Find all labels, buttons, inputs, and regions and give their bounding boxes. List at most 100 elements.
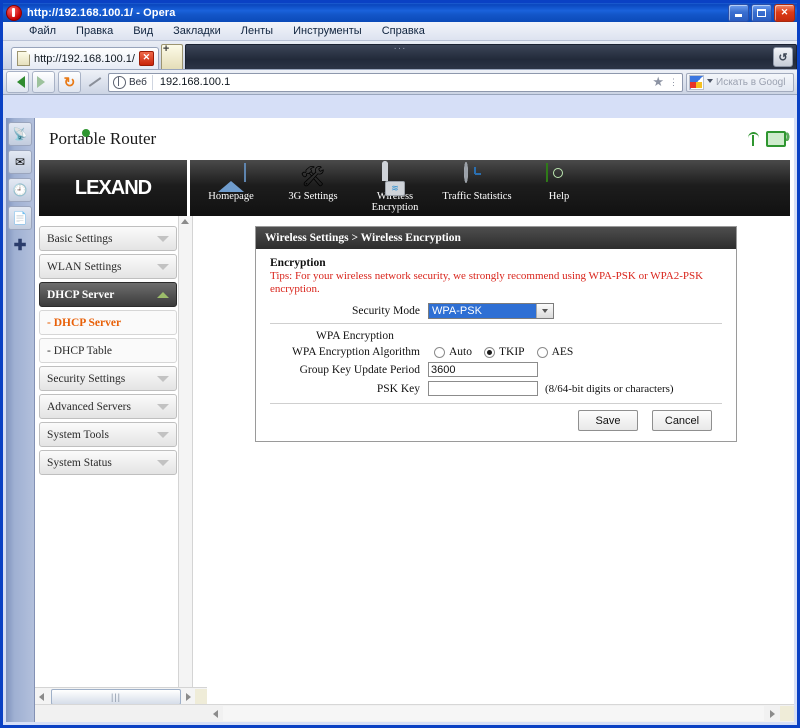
window-controls: ✕ xyxy=(728,3,795,22)
security-mode-label: Security Mode xyxy=(351,305,420,317)
page-horizontal-scrollbar[interactable] xyxy=(35,704,794,722)
sidebar-item-dhcp-table[interactable]: - DHCP Table xyxy=(39,338,177,363)
sidebar-item-dhcp-server[interactable]: - DHCP Server xyxy=(39,310,177,335)
menu-item-edit[interactable]: Правка xyxy=(76,25,113,37)
radio-tkip-label: TKIP xyxy=(499,346,525,358)
address-menu-icon[interactable]: ⋮ xyxy=(667,77,680,87)
algorithm-row: WPA Encryption Algorithm Auto TKIP AES xyxy=(270,346,722,358)
sidebar-frame-horizontal-scrollbar[interactable]: ||| xyxy=(35,687,208,705)
address-input[interactable]: 192.168.100.1 xyxy=(153,76,649,88)
alarm-clock-icon xyxy=(464,162,490,190)
tab-router-page[interactable]: http://192.168.100.1/ ✕ xyxy=(11,47,159,69)
navigation-toolbar: ↻ Веб 192.168.100.1 ★ ⋮ Искать в Googl xyxy=(3,70,797,95)
radio-aes-label: AES xyxy=(551,346,574,358)
bookmark-star-icon[interactable]: ★ xyxy=(649,74,667,90)
nav-item-label: Help xyxy=(548,191,570,202)
chevron-down-icon xyxy=(157,403,169,410)
menu-item-file[interactable]: Файл xyxy=(29,25,56,37)
panel-header: Wireless Settings > Wireless Encryption xyxy=(256,227,736,249)
router-admin-page: Portable Router LEXAND xyxy=(35,118,794,705)
menu-item-bookmarks[interactable]: Закладки xyxy=(173,25,221,37)
close-icon[interactable]: ✕ xyxy=(138,51,154,66)
sidebar-item-label: Basic Settings xyxy=(47,232,113,245)
sidebar-frame-scrollbar[interactable] xyxy=(178,216,193,705)
forward-button[interactable] xyxy=(32,71,55,93)
divider xyxy=(270,403,722,404)
home-icon xyxy=(218,163,246,192)
sidebar-item-label: Advanced Servers xyxy=(47,400,131,413)
undo-close-tab-icon[interactable]: ↺ xyxy=(773,47,793,67)
maximize-button[interactable] xyxy=(751,3,772,22)
sidebar-item-advanced-servers[interactable]: Advanced Servers xyxy=(39,394,177,419)
psk-key-row: PSK Key (8/64-bit digits or characters) xyxy=(270,381,722,396)
tab-bar: http://192.168.100.1/ ✕ ··· ↺ xyxy=(3,41,797,70)
google-icon[interactable] xyxy=(689,74,704,90)
sidebar-item-security-settings[interactable]: Security Settings xyxy=(39,366,177,391)
new-tab-button[interactable] xyxy=(160,43,183,69)
scroll-thumb[interactable]: ||| xyxy=(50,688,182,705)
history-panel-icon[interactable]: 🕘 xyxy=(8,178,32,202)
edit-page-button[interactable] xyxy=(84,72,105,92)
links-panel-icon[interactable]: 📡 xyxy=(8,122,32,146)
sidebar-menu: Basic Settings WLAN Settings DHCP Server xyxy=(39,226,177,475)
security-mode-select[interactable]: WPA-PSK xyxy=(428,303,554,319)
cancel-button[interactable]: Cancel xyxy=(652,410,712,431)
sidebar-item-dhcp-server-group[interactable]: DHCP Server xyxy=(39,282,177,307)
scroll-left-arrow-icon[interactable] xyxy=(207,706,223,721)
section-title: Encryption xyxy=(270,257,326,269)
router-nav-items: Homepage 🛠 3G Settings ≋ Wireless Encryp… xyxy=(190,160,790,216)
opera-browser-window: http://192.168.100.1/ - Opera ✕ Файл Пра… xyxy=(0,0,800,728)
scroll-right-arrow-icon[interactable] xyxy=(181,689,195,704)
notes-panel-icon[interactable]: 📄 xyxy=(8,206,32,230)
chevron-down-icon[interactable] xyxy=(707,78,713,86)
address-bar[interactable]: Веб 192.168.100.1 ★ ⋮ xyxy=(108,72,683,92)
sidebar-item-basic-settings[interactable]: Basic Settings xyxy=(39,226,177,251)
radio-aes[interactable] xyxy=(536,346,548,358)
router-sidebar: Basic Settings WLAN Settings DHCP Server xyxy=(39,216,193,705)
brand-name: LEXAND xyxy=(74,176,152,199)
nav-item-help[interactable]: Help xyxy=(518,163,600,202)
chevron-up-icon xyxy=(157,291,169,298)
logo-dot-icon xyxy=(82,129,90,137)
radio-tkip[interactable] xyxy=(484,346,495,358)
group-key-input[interactable] xyxy=(428,362,538,377)
nav-item-wireless-encryption[interactable]: ≋ Wireless Encryption xyxy=(354,161,436,213)
mail-panel-icon[interactable]: ✉ xyxy=(8,150,32,174)
sidebar-item-label: DHCP Server xyxy=(47,288,115,301)
menu-item-tools[interactable]: Инструменты xyxy=(293,25,362,37)
panel-buttons: Save Cancel xyxy=(270,410,722,431)
close-button[interactable]: ✕ xyxy=(774,3,795,22)
psk-key-input[interactable] xyxy=(428,381,538,396)
algorithm-radio-group: Auto TKIP AES xyxy=(428,346,581,358)
back-button[interactable] xyxy=(6,71,29,93)
menu-item-feeds[interactable]: Ленты xyxy=(241,25,273,37)
chevron-down-icon xyxy=(157,375,169,382)
reload-button[interactable]: ↻ xyxy=(58,71,81,93)
minimize-button[interactable] xyxy=(728,3,749,22)
sidebar-item-system-tools[interactable]: System Tools xyxy=(39,422,177,447)
nav-item-label: 3G Settings xyxy=(288,191,338,202)
scroll-up-arrow-icon[interactable] xyxy=(179,216,190,227)
scroll-track[interactable] xyxy=(223,706,764,721)
chevron-down-icon[interactable] xyxy=(536,304,553,318)
nav-item-3g-settings[interactable]: 🛠 3G Settings xyxy=(272,164,354,202)
security-mode-row: Security Mode WPA-PSK xyxy=(270,303,722,319)
sidebar-item-wlan-settings[interactable]: WLAN Settings xyxy=(39,254,177,279)
scroll-left-arrow-icon[interactable] xyxy=(35,689,49,704)
title-bar: http://192.168.100.1/ - Opera ✕ xyxy=(3,3,797,22)
sidebar-item-system-status[interactable]: System Status xyxy=(39,450,177,475)
save-button[interactable]: Save xyxy=(578,410,638,431)
security-mode-value: WPA-PSK xyxy=(432,305,482,317)
chevron-down-icon xyxy=(157,263,169,270)
menu-item-help[interactable]: Справка xyxy=(382,25,425,37)
scroll-right-arrow-icon[interactable] xyxy=(764,706,780,721)
add-panel-icon[interactable]: ✚ xyxy=(9,234,31,256)
nav-item-homepage[interactable]: Homepage xyxy=(190,163,272,202)
chevron-down-icon xyxy=(157,431,169,438)
search-box[interactable]: Искать в Googl xyxy=(686,72,794,92)
search-input[interactable]: Искать в Googl xyxy=(716,77,785,88)
nav-item-traffic-statistics[interactable]: Traffic Statistics xyxy=(436,162,518,202)
radio-auto[interactable] xyxy=(434,346,445,358)
menu-item-view[interactable]: Вид xyxy=(133,25,153,37)
chevron-down-icon xyxy=(157,459,169,466)
